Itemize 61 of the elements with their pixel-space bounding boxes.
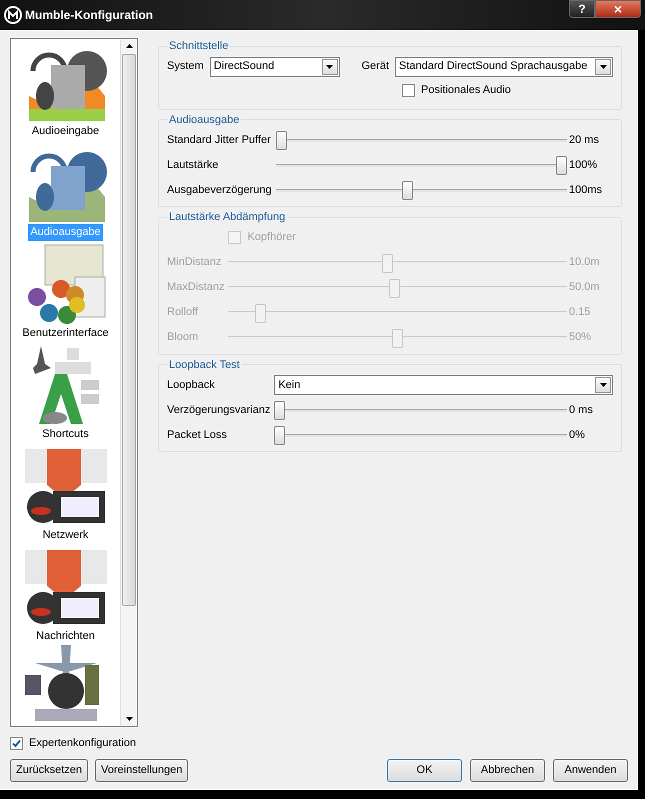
scrollbar[interactable] <box>120 39 137 726</box>
slider-value: 100% <box>568 158 598 173</box>
slider-thumb[interactable] <box>276 131 287 150</box>
dropdown[interactable]: Standard DirectSound Sprachausgabe <box>395 56 613 76</box>
dropdown[interactable]: DirectSound <box>210 56 340 76</box>
slider-value: 10.0m <box>568 255 601 270</box>
category-item[interactable]: Nachrichten <box>34 628 97 644</box>
slider-track[interactable] <box>276 130 567 150</box>
slider-value: 0.15 <box>568 305 592 320</box>
slider-value: 0% <box>568 428 586 443</box>
combo-label: Gerät <box>361 59 389 74</box>
dialog-button[interactable]: Anwenden <box>553 759 628 782</box>
slider-label: Packet Loss <box>167 428 228 443</box>
combo-label: System <box>167 59 204 74</box>
group-title: Loopback Test <box>168 358 241 372</box>
help-button[interactable]: ? <box>569 0 595 18</box>
dialog-button[interactable]: Abbrechen <box>470 759 545 782</box>
checkbox-label: Kopfhörer <box>247 230 296 246</box>
slider-label: Bloom <box>167 330 200 346</box>
slider-value: 20 ms <box>568 132 600 148</box>
slider-thumb[interactable] <box>556 156 567 175</box>
category-item[interactable]: Shortcuts <box>40 426 91 442</box>
group-title: Schnittstelle <box>168 39 230 54</box>
category-item[interactable]: Benutzerinterface <box>20 325 111 342</box>
slider-label: Standard Jitter Puffer <box>167 132 272 148</box>
slider-label: Rolloff <box>167 305 199 320</box>
slider-track[interactable] <box>276 155 567 175</box>
slider-value: 50% <box>568 330 592 346</box>
slider-track[interactable] <box>276 180 567 200</box>
category-item[interactable]: Netzwerk <box>40 527 90 544</box>
dropdown[interactable]: Kein <box>274 375 613 395</box>
slider-label: Lautstärke <box>167 158 220 173</box>
slider-value: 100ms <box>568 182 604 198</box>
slider-track[interactable] <box>274 425 567 445</box>
slider-label: Ausgabeverzögerung <box>167 182 273 198</box>
slider-thumb[interactable] <box>402 181 413 200</box>
group-title: Lautstärke Abdämpfung <box>168 210 286 225</box>
checkbox-label: Positionales Audio <box>421 83 511 98</box>
dialog-button[interactable]: OK <box>387 759 462 782</box>
dialog-button[interactable]: Voreinstellungen <box>95 759 188 782</box>
slider-thumb[interactable] <box>274 426 286 445</box>
slider-thumb[interactable] <box>274 401 286 420</box>
slider-track[interactable] <box>274 400 567 420</box>
close-button[interactable]: × <box>595 0 641 18</box>
slider-label: MinDistanz <box>167 255 222 270</box>
scroll-up-icon[interactable] <box>126 44 132 48</box>
checkbox-label: Expertenkonfiguration <box>29 736 136 751</box>
category-item[interactable]: Audioeingabe <box>30 123 102 140</box>
slider-value: 50.0m <box>568 280 601 296</box>
slider-label: MaxDistanz <box>167 280 226 296</box>
scroll-down-icon[interactable] <box>126 717 132 721</box>
group-title: Audioausgabe <box>168 112 240 128</box>
app-logo-icon <box>4 6 22 24</box>
checkbox[interactable] <box>10 736 23 750</box>
scrollbar-thumb[interactable] <box>122 54 136 606</box>
combo-label: Loopback <box>167 378 216 393</box>
slider-label: Verzögerungsvarianz <box>167 402 272 418</box>
slider-value: 0 ms <box>568 402 594 418</box>
dialog-button[interactable]: Zurücksetzen <box>10 759 88 782</box>
checkbox[interactable] <box>402 84 415 97</box>
window-title: Mumble-Konfiguration <box>25 7 153 24</box>
